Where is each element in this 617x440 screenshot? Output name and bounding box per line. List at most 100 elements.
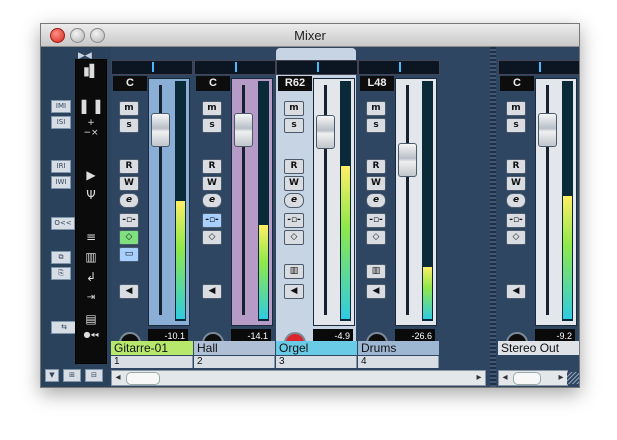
channel-scrollbar[interactable]: ◂ ▸ (111, 370, 486, 386)
eq-bypass-icon[interactable]: ◇ (119, 230, 139, 245)
write-automation-button[interactable]: W (506, 176, 526, 191)
panel-divider[interactable] (490, 47, 496, 387)
midi-icon[interactable]: ▥ (81, 250, 101, 264)
track-list-icon[interactable]: ▤ (81, 312, 101, 326)
midi-keyboard-icon[interactable]: ▥ (366, 264, 386, 279)
edit-channel-button[interactable]: e (506, 193, 526, 208)
load-icon[interactable]: ⊟ (85, 369, 103, 382)
paste-settings-button[interactable]: ⎘ (51, 267, 71, 280)
eq-bypass-icon[interactable]: ◇ (202, 230, 222, 245)
save-icon[interactable]: ⊞ (63, 369, 81, 382)
solo-button[interactable]: s (202, 118, 222, 133)
output-icon[interactable]: ⇥ (81, 292, 101, 303)
insert-bypass-icon[interactable]: -▫- (366, 213, 386, 228)
channel-name[interactable]: Drums (358, 341, 439, 355)
output-scrollbar[interactable]: ◂ ▸ (498, 370, 568, 386)
menu-down-icon[interactable]: ▼ (45, 369, 59, 382)
pan-value[interactable]: L48 (360, 76, 394, 91)
scroll-left-icon[interactable]: ◂ (112, 371, 124, 385)
midi-keyboard-icon[interactable]: ▥ (284, 264, 304, 279)
mute-button[interactable]: m (202, 101, 222, 116)
insert-bypass-icon[interactable]: -▫- (119, 213, 139, 228)
routing-bar[interactable] (276, 60, 358, 75)
volume-fader[interactable] (234, 113, 253, 147)
pan-value[interactable]: C (113, 76, 147, 91)
volume-fader[interactable] (151, 113, 170, 147)
routing-bar[interactable] (194, 60, 276, 75)
more-icon[interactable]: ●◂◂ (81, 330, 101, 339)
volume-fader[interactable] (316, 115, 335, 149)
resize-grip-icon[interactable] (567, 372, 579, 384)
monitor-icon[interactable]: ◀ (284, 284, 304, 299)
channel-name[interactable]: Orgel (276, 341, 357, 355)
return-icon[interactable]: ↲ (81, 270, 101, 284)
edit-channel-button[interactable]: e (202, 193, 222, 208)
mute-button[interactable]: m (284, 101, 304, 116)
solo-button[interactable]: s (366, 118, 386, 133)
eq-bypass-icon[interactable]: ◇ (366, 230, 386, 245)
extended-view-icon[interactable]: ▮▌ (81, 64, 101, 78)
routing-icon[interactable]: ⇆ (51, 321, 77, 334)
insert-bypass-icon[interactable]: -▫- (202, 213, 222, 228)
read-automation-button[interactable]: R (506, 159, 526, 174)
channel-number: 3 (276, 356, 357, 368)
output-scroll-thumb[interactable] (513, 372, 541, 385)
mute-button[interactable]: m (506, 101, 526, 116)
input-icon[interactable]: ▶ (81, 168, 101, 182)
bypass-button[interactable]: O<< (51, 217, 75, 230)
write-all-button[interactable]: IWI (51, 176, 71, 189)
read-automation-button[interactable]: R (366, 159, 386, 174)
edit-channel-button[interactable]: e (366, 193, 386, 208)
group-icon[interactable]: ≡ (81, 230, 101, 244)
monitor-icon[interactable]: ◀ (366, 284, 386, 299)
pan-value[interactable]: C (196, 76, 230, 91)
copy-settings-button[interactable]: ⧉ (51, 251, 71, 264)
volume-fader[interactable] (398, 143, 417, 177)
pan-value[interactable]: C (500, 76, 534, 91)
output-scroll-left-icon[interactable]: ◂ (499, 371, 511, 385)
scroll-right-icon[interactable]: ▸ (473, 371, 485, 385)
scroll-thumb[interactable] (126, 372, 160, 385)
narrow-view-icon[interactable]: ▌▐ (81, 100, 101, 114)
sends-bypass-icon[interactable]: ▭ (119, 247, 139, 262)
eq-bypass-icon[interactable]: ◇ (284, 230, 304, 245)
edit-channel-button[interactable]: e (284, 193, 304, 208)
routing-bar[interactable] (498, 60, 579, 75)
write-automation-button[interactable]: W (119, 176, 139, 191)
mute-button[interactable]: m (366, 101, 386, 116)
mute-all-button[interactable]: IMI (51, 100, 71, 113)
write-automation-button[interactable]: W (366, 176, 386, 191)
channel-name[interactable]: Hall (194, 341, 275, 355)
insert-bypass-icon[interactable]: -▫- (284, 213, 304, 228)
routing-bar[interactable] (111, 60, 193, 75)
solo-button[interactable]: s (284, 118, 304, 133)
channel-name[interactable]: Stereo Out (498, 341, 579, 355)
fx-icon[interactable]: Ψ (81, 188, 101, 202)
read-automation-button[interactable]: R (119, 159, 139, 174)
mute-button[interactable]: m (119, 101, 139, 116)
write-automation-button[interactable]: W (202, 176, 222, 191)
routing-bar[interactable] (358, 60, 440, 75)
pan-value[interactable]: R62 (278, 76, 312, 91)
edit-channel-button[interactable]: e (119, 193, 139, 208)
insert-bypass-icon[interactable]: -▫- (506, 213, 526, 228)
peak-value: -14.1 (247, 331, 268, 341)
channel-name[interactable]: Gitarre-01 (111, 341, 193, 355)
read-automation-button[interactable]: R (202, 159, 222, 174)
read-all-button[interactable]: IRI (51, 160, 71, 173)
volume-fader[interactable] (538, 113, 557, 147)
read-automation-button[interactable]: R (284, 159, 304, 174)
peak-value: -9.2 (556, 331, 572, 341)
peak-value: -26.6 (411, 331, 432, 341)
eq-bypass-icon[interactable]: ◇ (506, 230, 526, 245)
solo-button[interactable]: s (506, 118, 526, 133)
plus-minus-icon[interactable]: +−× (81, 118, 101, 138)
output-scroll-right-icon[interactable]: ▸ (555, 371, 567, 385)
monitor-icon[interactable]: ◀ (506, 284, 526, 299)
solo-all-button[interactable]: ISI (51, 116, 71, 129)
monitor-icon[interactable]: ◀ (119, 284, 139, 299)
monitor-icon[interactable]: ◀ (202, 284, 222, 299)
write-automation-button[interactable]: W (284, 176, 304, 191)
channel-number: 1 (111, 356, 193, 368)
solo-button[interactable]: s (119, 118, 139, 133)
